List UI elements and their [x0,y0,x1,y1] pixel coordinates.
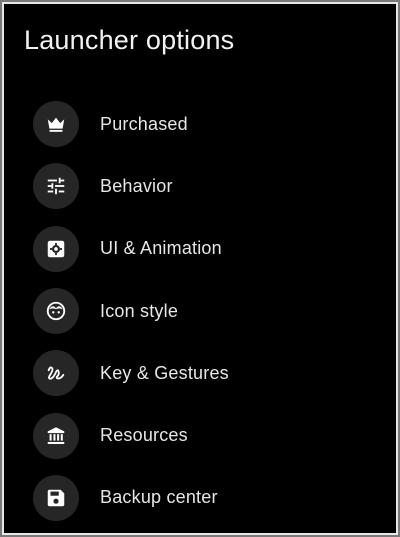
menu-item-label: Backup center [100,487,218,508]
menu-item-label: UI & Animation [100,238,222,259]
menu-item-label: Purchased [100,113,188,134]
dialog-title: Launcher options [24,25,235,55]
sliders-icon [33,163,79,210]
menu-item-label: Behavior [100,175,173,196]
floppy-disk-icon [33,474,79,521]
launcher-options-dialog: Launcher options Purchased Behavior UI &… [2,2,398,535]
crown-icon [33,101,79,148]
menu-item-purchased[interactable]: Purchased [4,93,396,155]
gear-square-icon [33,225,79,272]
bank-icon [33,412,79,459]
menu-item-ui-animation[interactable]: UI & Animation [4,218,396,280]
menu-item-label: Resources [100,425,188,446]
menu-item-key-gestures[interactable]: Key & Gestures [4,342,396,404]
menu-item-icon-style[interactable]: Icon style [4,280,396,342]
menu-item-behavior[interactable]: Behavior [4,155,396,217]
menu-item-label: Key & Gestures [100,362,229,383]
window-frame: Launcher options Purchased Behavior UI &… [0,0,400,537]
options-menu: Purchased Behavior UI & Animation Icon s… [4,93,396,529]
menu-item-label: Icon style [100,300,179,321]
face-icon [33,288,79,335]
menu-item-backup-center[interactable]: Backup center [4,467,396,529]
menu-item-resources[interactable]: Resources [4,404,396,466]
gesture-icon [33,350,79,397]
